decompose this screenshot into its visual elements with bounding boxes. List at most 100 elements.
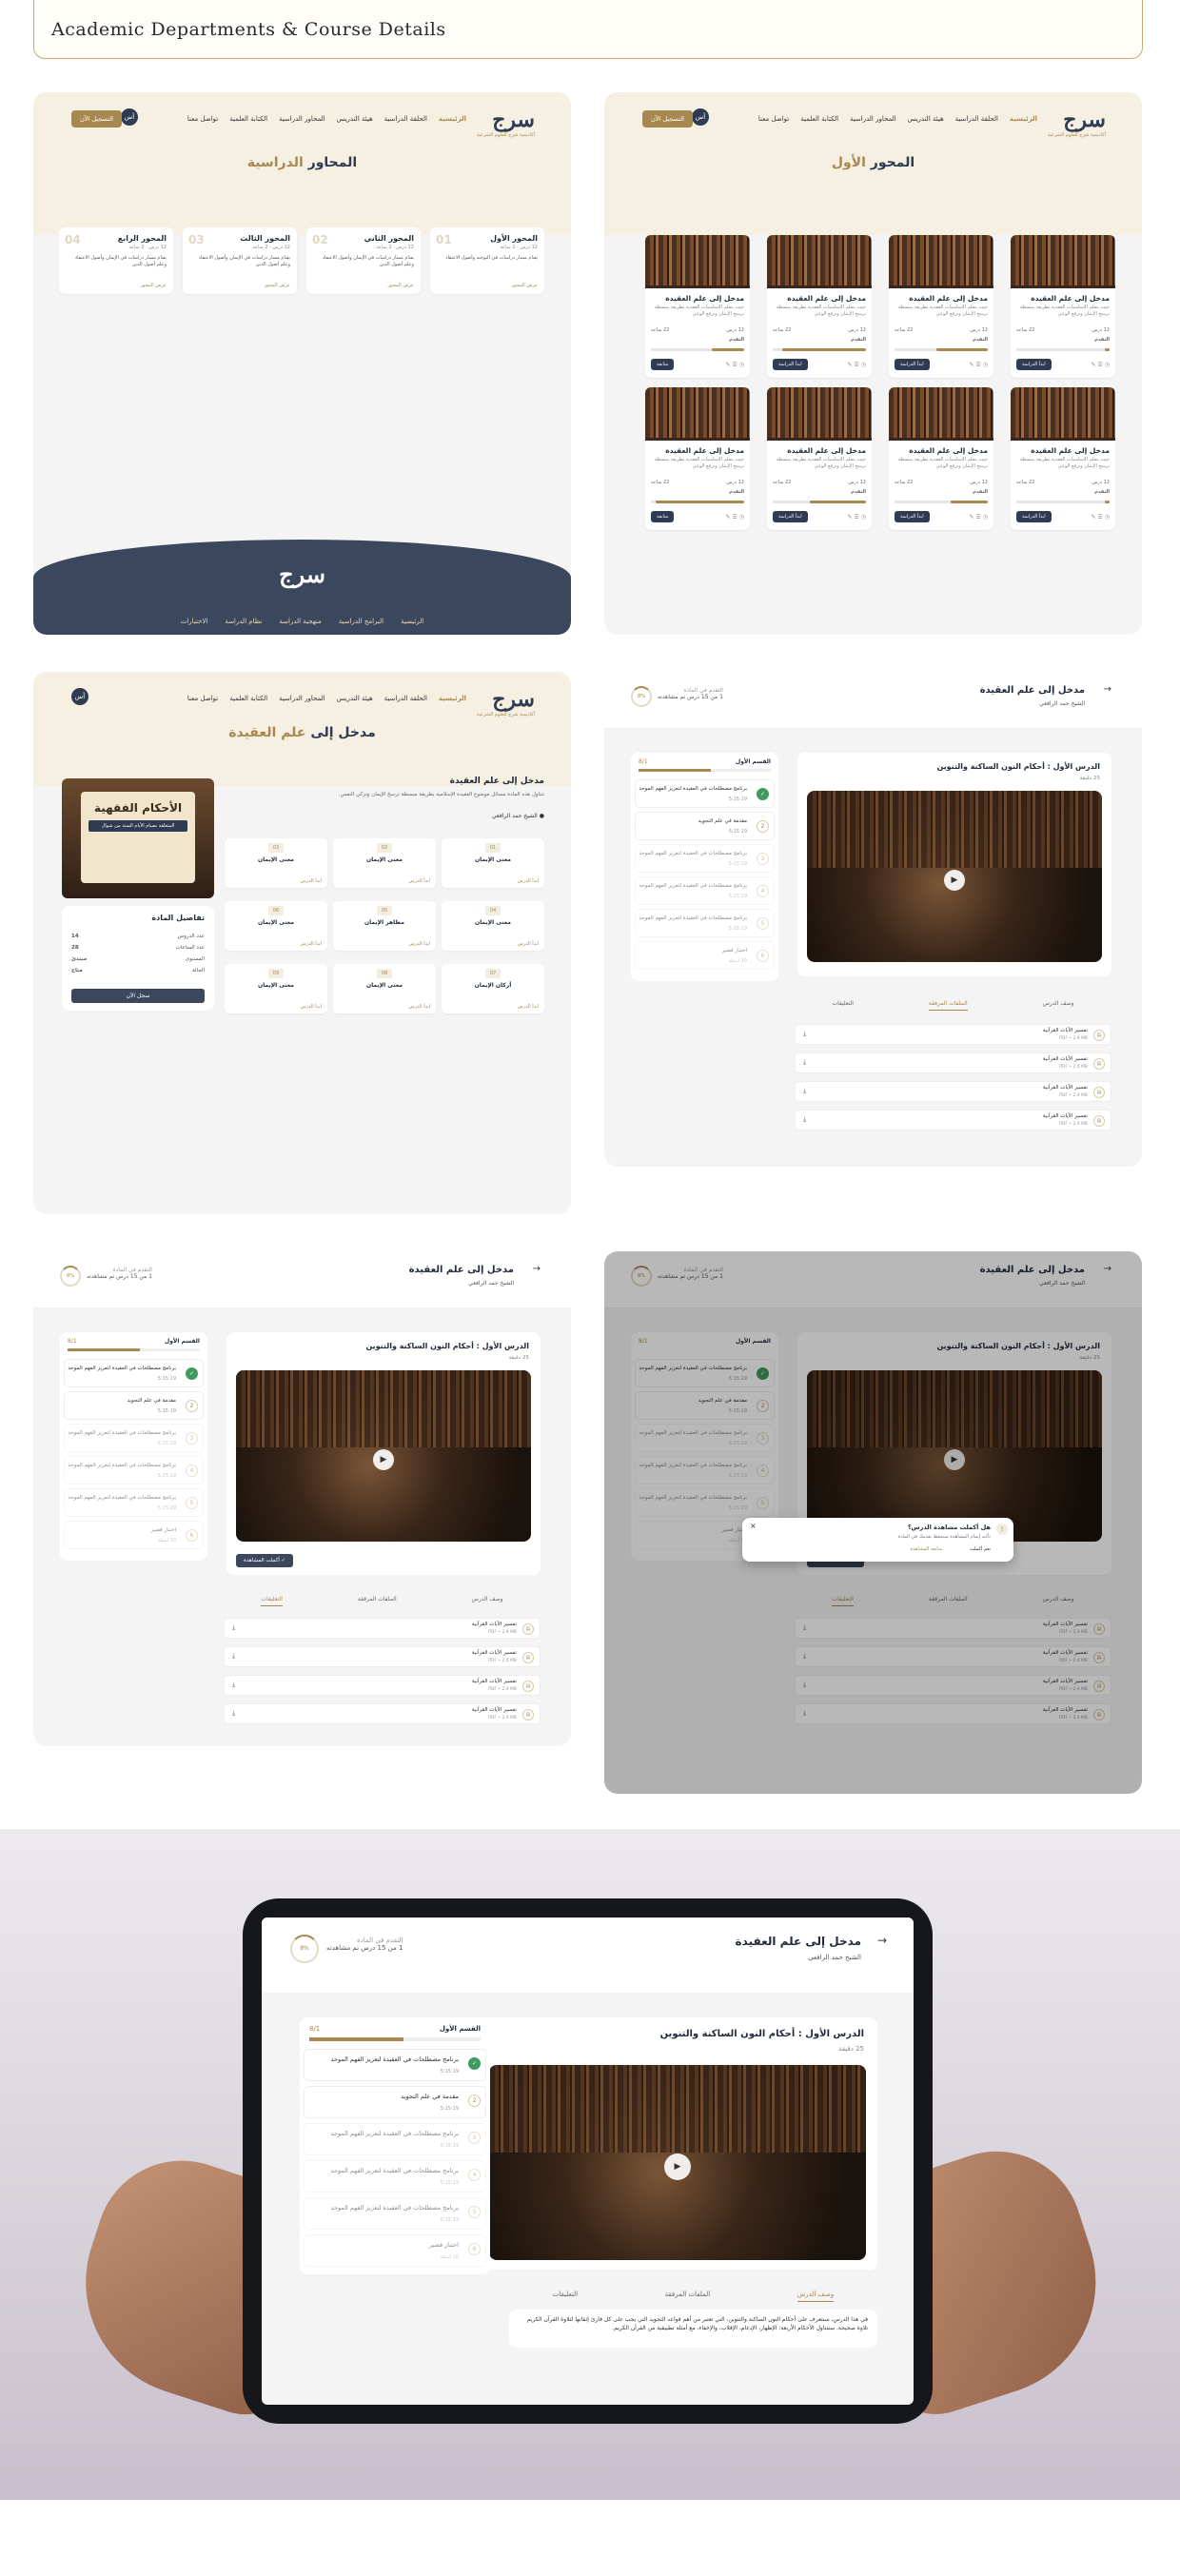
nav-link[interactable]: هيئة التدريس — [337, 695, 373, 702]
nav-link[interactable]: هيئة التدريس — [908, 115, 944, 123]
axis-link[interactable]: عرض المحور — [265, 283, 290, 288]
nav-link[interactable]: الكتابة العلمية — [229, 695, 267, 702]
nav-link[interactable]: تواصل معنا — [187, 115, 218, 123]
lesson-link[interactable]: ابدأ الدرس — [518, 1004, 539, 1010]
lesson-link[interactable]: ابدأ الدرس — [409, 941, 430, 947]
lesson-card[interactable]: 08 معنى الإيمان ابدأ الدرس — [333, 964, 436, 1013]
lesson-link[interactable]: ابدأ الدرس — [518, 878, 539, 884]
lesson-link[interactable]: ابدأ الدرس — [301, 1004, 322, 1010]
lesson-card[interactable]: 03 معنى الإيمان ابدأ الدرس — [225, 838, 327, 888]
download-icon[interactable]: ⤓ — [803, 1087, 806, 1095]
lesson-card[interactable]: 01 معنى الإيمان ابدأ الدرس — [442, 838, 544, 888]
nav-link[interactable]: المحاور الدراسية — [850, 115, 896, 123]
footer-link[interactable]: منهجية الدراسة — [279, 618, 321, 625]
tab-description[interactable]: وصف الدرس — [796, 2291, 835, 2302]
axis-card[interactable]: 01 المحور الأول 12 درس · 2 ساعة يقدّم مسار … — [430, 227, 544, 294]
download-icon[interactable]: ⤓ — [232, 1652, 235, 1661]
tab-attachments[interactable]: الملفات المرفقة — [358, 1596, 397, 1606]
course-button[interactable]: ابدأ الدراسة — [773, 511, 808, 522]
attachment-row[interactable]: ▤ تفسير الآيات القرآنية PDF • 2.4 MB ⤓ — [795, 1052, 1111, 1073]
lesson-card[interactable]: 07 أركان الإيمان ابدأ الدرس — [442, 964, 544, 1013]
course-card[interactable]: مدخل إلى علم العقيدة حيث نتعلم الأساسيات … — [767, 387, 872, 530]
nav-link[interactable]: الكتابة العلمية — [229, 115, 267, 123]
lesson-list-item[interactable]: 4 برنامج مصطلحات في العقيدة لتعزيز الفهم … — [635, 876, 775, 905]
tab-attachments[interactable]: الملفات المرفقة — [928, 1000, 968, 1011]
download-icon[interactable]: ⤓ — [803, 1058, 806, 1067]
course-card[interactable]: مدخل إلى علم العقيدة حيث نتعلم الأساسيات … — [1011, 387, 1115, 530]
nav-link[interactable]: الحلقة الدراسية — [384, 115, 427, 123]
lesson-card[interactable]: 09 معنى الإيمان ابدأ الدرس — [225, 964, 327, 1013]
video-player[interactable]: ▶ — [807, 791, 1102, 962]
attachment-row[interactable]: ▤ تفسير الآيات القرآنية PDF • 2.4 MB ⤓ — [795, 1024, 1111, 1045]
tab-comments[interactable]: التعليقات — [553, 2291, 578, 2302]
lesson-list-item[interactable]: ✓ برنامج مصطلحات في العقيدة لتعزيز الفهم … — [304, 2049, 486, 2081]
download-icon[interactable]: ⤓ — [803, 1030, 806, 1038]
site-logo[interactable]: سرج أكاديمية شرح للعلوم الشرعية — [477, 108, 535, 138]
download-icon[interactable]: ⤓ — [803, 1115, 806, 1124]
site-logo[interactable]: سرج أكاديمية شرح للعلوم الشرعية — [1048, 108, 1106, 138]
download-icon[interactable]: ⤓ — [232, 1623, 235, 1632]
course-card[interactable]: مدخل إلى علم العقيدة حيث نتعلم الأساسيات … — [645, 387, 750, 530]
course-card[interactable]: مدخل إلى علم العقيدة حيث نتعلم الأساسيات … — [889, 387, 993, 530]
lesson-link[interactable]: ابدأ الدرس — [301, 878, 322, 884]
attachment-row[interactable]: ▤ تفسير الآيات القرآنية PDF • 2.4 MB ⤓ — [795, 1110, 1111, 1131]
course-button[interactable]: ابدأ الدراسة — [895, 511, 930, 522]
close-icon[interactable]: × — [750, 1522, 757, 1530]
axis-card[interactable]: 04 المحور الرابع 12 درس · 2 ساعة يقدّم مسار… — [59, 227, 173, 294]
lesson-card[interactable]: 04 معنى الإيمان ابدأ الدرس — [442, 901, 544, 951]
attachment-row[interactable]: ▤ تفسير الآيات القرآنية PDF • 2.4 MB ⤓ — [224, 1646, 541, 1667]
site-logo[interactable]: سرج أكاديمية شرح للعلوم الشرعية — [477, 687, 535, 718]
axis-card[interactable]: 03 المحور الثالث 12 درس · 2 ساعة يقدّم مسار… — [183, 227, 297, 294]
course-card[interactable]: مدخل إلى علم العقيدة حيث نتعلم الأساسيات … — [645, 235, 750, 378]
lesson-list-item[interactable]: 6اختبار قصير10 أسئلة — [635, 941, 775, 970]
lesson-list-item[interactable]: 4 برنامج مصطلحات في العقيدة لتعزيز الفهم … — [304, 2160, 486, 2193]
arrow-right-icon[interactable]: → — [1104, 684, 1111, 695]
lesson-card[interactable]: 05 مظاهر الإيمان ابدأ الدرس — [333, 901, 436, 951]
lesson-list-item[interactable]: ✓ برنامج مصطلحات في العقيدة لتعزيز الفهم … — [635, 779, 775, 808]
footer-link[interactable]: الرئيسية — [401, 618, 423, 625]
register-button[interactable]: التسجيل الآن — [642, 110, 693, 128]
nav-link[interactable]: الرئيسية — [439, 695, 466, 702]
nav-link[interactable]: المحاور الدراسية — [279, 115, 325, 123]
lesson-list-item[interactable]: 2 مقدمة في علم التجويد 5:15:19 — [304, 2086, 486, 2118]
lesson-list-item[interactable]: 5 برنامج مصطلحات في العقيدة لتعزيز الفهم … — [64, 1488, 204, 1517]
play-icon[interactable]: ▶ — [944, 869, 965, 891]
nav-link[interactable]: الرئيسية — [1010, 115, 1037, 123]
play-icon[interactable]: ▶ — [664, 2153, 691, 2180]
lesson-list-item[interactable]: 4 برنامج مصطلحات في العقيدة لتعزيز الفهم … — [64, 1456, 204, 1485]
arrow-right-icon[interactable]: → — [533, 1264, 541, 1274]
lesson-list-item[interactable]: ✓ برنامج مصطلحات في العقيدة لتعزيز الفهم … — [64, 1359, 204, 1387]
avatar[interactable]: أس — [71, 688, 88, 705]
tab-comments[interactable]: التعليقات — [261, 1596, 283, 1606]
nav-link[interactable]: المحاور الدراسية — [279, 695, 325, 702]
lesson-list-item[interactable]: 3 برنامج مصطلحات في العقيدة لتعزيز الفهم … — [304, 2123, 486, 2155]
nav-link[interactable]: الرئيسية — [439, 115, 466, 123]
lesson-list-item[interactable]: 2 مقدمة في علم التجويد 5:15:19 — [635, 812, 775, 840]
tab-description[interactable]: وصف الدرس — [472, 1596, 503, 1606]
lesson-list-item[interactable]: 3 برنامج مصطلحات في العقيدة لتعزيز الفهم … — [64, 1424, 204, 1452]
arrow-right-icon[interactable]: → — [877, 1934, 887, 1947]
course-card[interactable]: مدخل إلى علم العقيدة حيث نتعلم الأساسيات … — [1011, 235, 1115, 378]
video-player[interactable]: ▶ — [489, 2065, 866, 2260]
lesson-card[interactable]: 02 معنى الإيمان ابدأ الدرس — [333, 838, 436, 888]
tab-description[interactable]: وصف الدرس — [1043, 1000, 1074, 1011]
course-card[interactable]: مدخل إلى علم العقيدة حيث نتعلم الأساسيات … — [767, 235, 872, 378]
course-button[interactable]: متابعة — [651, 511, 675, 522]
axis-link[interactable]: عرض المحور — [512, 283, 538, 288]
nav-link[interactable]: تواصل معنا — [758, 115, 789, 123]
lesson-list-item[interactable]: 2 مقدمة في علم التجويد 5:15:19 — [64, 1391, 204, 1420]
course-card[interactable]: مدخل إلى علم العقيدة حيث نتعلم الأساسيات … — [889, 235, 993, 378]
course-button[interactable]: ابدأ الدراسة — [1016, 359, 1052, 370]
tab-comments[interactable]: التعليقات — [832, 1000, 854, 1011]
lesson-card[interactable]: 06 معنى الإيمان ابدأ الدرس — [225, 901, 327, 951]
nav-link[interactable]: الكتابة العلمية — [800, 115, 838, 123]
lesson-link[interactable]: ابدأ الدرس — [409, 1004, 430, 1010]
lesson-list-item[interactable]: 6اختبار قصير10 أسئلة — [64, 1521, 204, 1549]
avatar[interactable]: أس — [692, 108, 709, 126]
nav-link[interactable]: تواصل معنا — [187, 695, 218, 702]
footer-link[interactable]: البرامج الدراسية — [339, 618, 384, 625]
play-icon[interactable]: ▶ — [373, 1448, 394, 1470]
modal-yes-button[interactable]: نعم أكملت — [970, 1546, 991, 1552]
lesson-link[interactable]: ابدأ الدرس — [409, 878, 430, 884]
attachment-row[interactable]: ▤ تفسير الآيات القرآنية PDF • 2.4 MB ⤓ — [224, 1703, 541, 1724]
